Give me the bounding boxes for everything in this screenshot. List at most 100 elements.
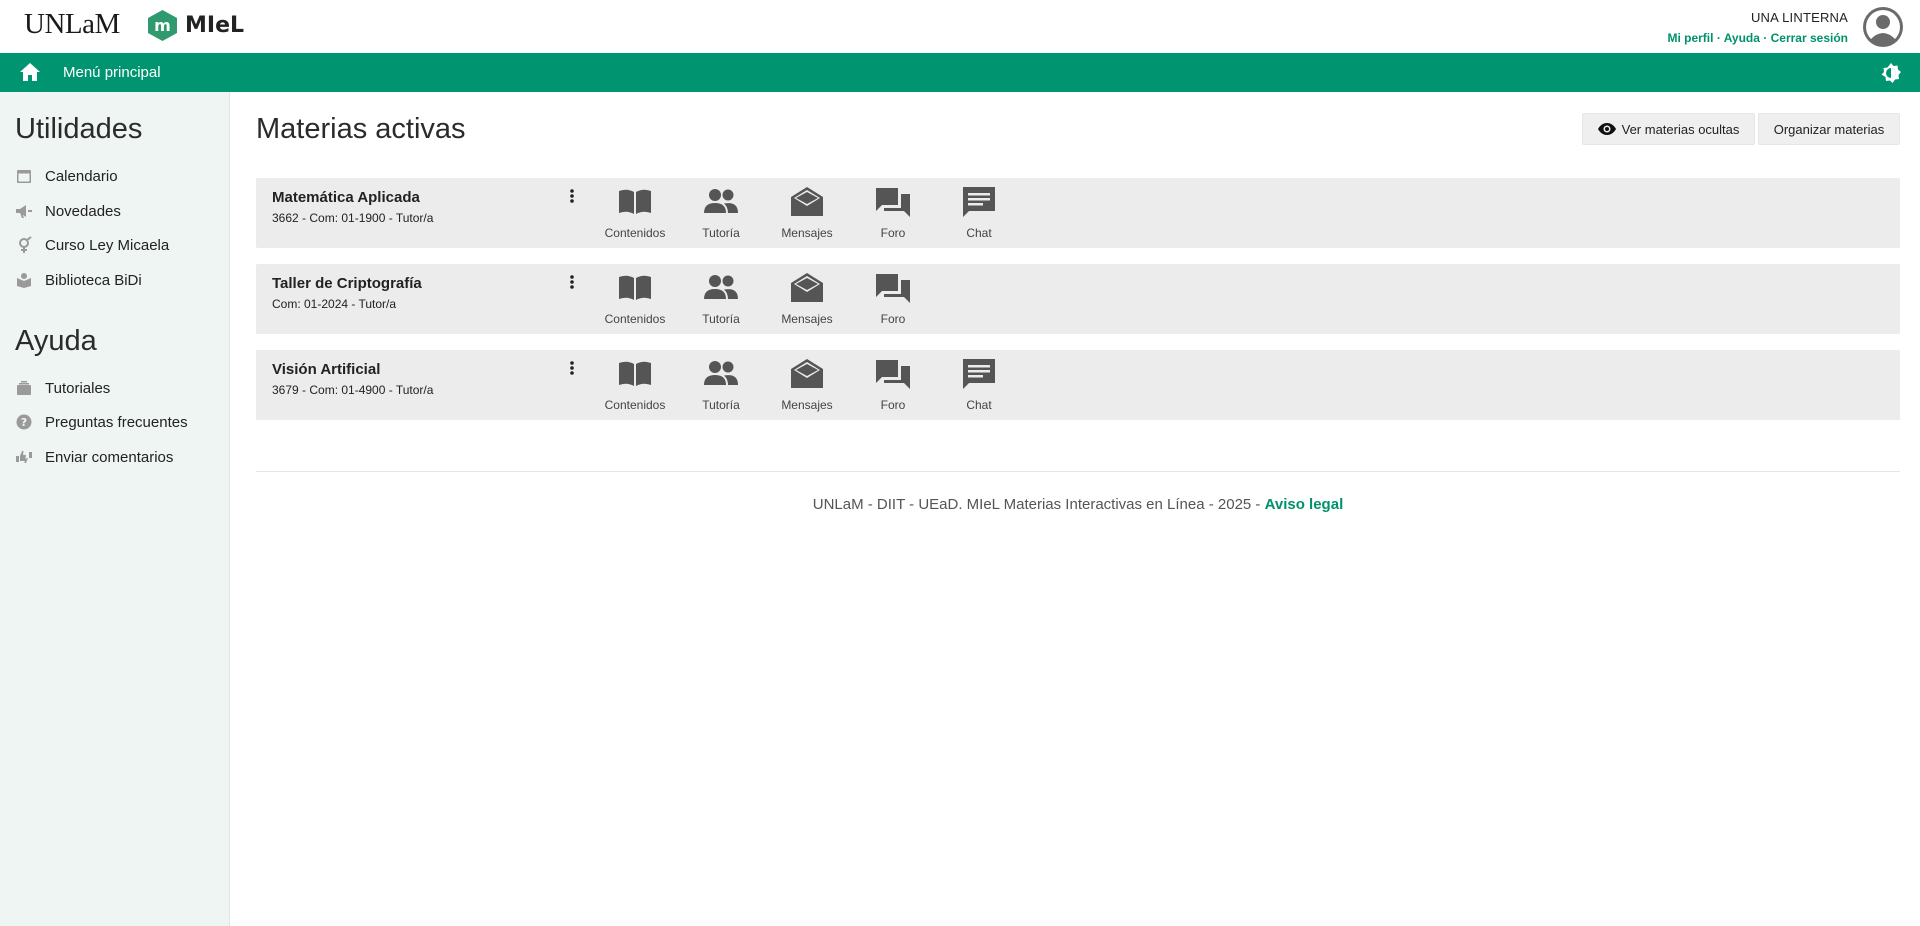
user-name: UNA LINTERNA	[1750, 10, 1848, 25]
course-card: Visión Artificial 3679 - Com: 01-4900 - T…	[256, 350, 1900, 420]
envelope-open-icon	[789, 358, 825, 395]
theme-toggle-icon[interactable]	[1880, 62, 1902, 84]
course-action-label: Mensajes	[781, 398, 833, 412]
app-name: MIeL	[185, 13, 245, 38]
sidebar-item-label: Biblioteca BiDi	[45, 271, 142, 289]
megaphone-icon	[15, 202, 33, 220]
course-card: Matemática Aplicada 3662 - Com: 01-1900 -…	[256, 178, 1900, 248]
course-action-contenidos[interactable]: Contenidos	[592, 186, 678, 240]
footer: UNLaM - DIIT - UEaD. MIeL Materias Inter…	[256, 496, 1900, 513]
people-icon	[703, 272, 739, 309]
main-menu-button[interactable]: Menú principal	[63, 64, 161, 81]
course-action-contenidos[interactable]: Contenidos	[592, 272, 678, 326]
sidebar-item-label: Tutoriales	[45, 379, 111, 397]
kebab-menu-icon[interactable]	[566, 360, 578, 378]
course-actions: Contenidos Tutoría Mensajes Foro Chat	[592, 358, 1022, 412]
course-action-tutoria[interactable]: Tutoría	[678, 272, 764, 326]
show-hidden-label: Ver materias ocultas	[1621, 121, 1740, 137]
link-separator: ·	[1763, 31, 1771, 45]
svg-text:?: ?	[21, 416, 27, 429]
svg-text:m: m	[154, 16, 171, 35]
course-action-chat[interactable]: Chat	[936, 186, 1022, 240]
sidebar-item-faq[interactable]: ? Preguntas frecuentes	[15, 413, 188, 431]
help-heading: Ayuda	[15, 325, 97, 357]
course-action-mensajes[interactable]: Mensajes	[764, 358, 850, 412]
page-title: Materias activas	[256, 113, 466, 145]
course-action-label: Foro	[880, 398, 906, 412]
course-action-contenidos[interactable]: Contenidos	[592, 358, 678, 412]
course-action-label: Foro	[880, 226, 906, 240]
utilities-heading: Utilidades	[15, 113, 143, 145]
forum-icon	[875, 272, 911, 309]
course-action-label: Tutoría	[702, 226, 740, 240]
course-subtitle: 3662 - Com: 01-1900 - Tutor/a	[272, 211, 434, 225]
link-separator: ·	[1716, 31, 1724, 45]
course-action-foro[interactable]: Foro	[850, 186, 936, 240]
miel-logo[interactable]: m MIeL	[148, 10, 244, 41]
logout-link[interactable]: Cerrar sesión	[1771, 31, 1848, 45]
course-title[interactable]: Taller de Criptografía	[272, 275, 422, 292]
sidebar-item-ley-micaela[interactable]: Curso Ley Micaela	[15, 236, 169, 254]
sidebar-item-library[interactable]: Biblioteca BiDi	[15, 271, 142, 289]
course-action-foro[interactable]: Foro	[850, 358, 936, 412]
course-card: Taller de Criptografía Com: 01-2024 - Tut…	[256, 264, 1900, 334]
course-action-label: Contenidos	[604, 312, 666, 326]
kebab-menu-icon[interactable]	[566, 188, 578, 206]
book-icon	[617, 186, 653, 223]
sidebar-item-tutorials[interactable]: Tutoriales	[15, 379, 110, 397]
footer-text: UNLaM - DIIT - UEaD. MIeL Materias Inter…	[812, 496, 1265, 513]
course-actions: Contenidos Tutoría Mensajes Foro Chat	[592, 186, 1022, 240]
eye-icon	[1597, 123, 1616, 135]
envelope-open-icon	[789, 272, 825, 309]
chat-icon	[961, 358, 997, 395]
gender-icon	[15, 236, 33, 254]
forum-icon	[875, 358, 911, 395]
sidebar-item-label: Enviar comentarios	[45, 448, 174, 466]
course-action-tutoria[interactable]: Tutoría	[678, 358, 764, 412]
sidebar-item-label: Curso Ley Micaela	[45, 236, 170, 254]
course-action-label: Tutoría	[702, 398, 740, 412]
course-action-mensajes[interactable]: Mensajes	[764, 272, 850, 326]
course-subtitle: Com: 01-2024 - Tutor/a	[272, 297, 397, 311]
organize-label: Organizar materias	[1773, 121, 1885, 137]
book-icon	[617, 272, 653, 309]
help-link[interactable]: Ayuda	[1724, 31, 1760, 45]
people-icon	[703, 186, 739, 223]
user-block: UNA LINTERNA Mi perfil · Ayuda · Cerrar …	[1667, 10, 1848, 45]
profile-link[interactable]: Mi perfil	[1667, 31, 1713, 45]
course-action-label: Foro	[880, 312, 906, 326]
show-hidden-courses-button[interactable]: Ver materias ocultas	[1582, 113, 1755, 145]
course-title[interactable]: Visión Artificial	[272, 361, 380, 378]
unlam-logo[interactable]: UNLaM	[24, 8, 120, 41]
sidebar-item-label: Novedades	[45, 202, 121, 220]
course-title[interactable]: Matemática Aplicada	[272, 189, 420, 206]
sidebar: Utilidades Calendario Novedades Curso Le…	[0, 92, 230, 926]
course-action-tutoria[interactable]: Tutoría	[678, 186, 764, 240]
chat-icon	[961, 186, 997, 223]
course-action-label: Chat	[966, 226, 992, 240]
top-header: UNLaM m MIeL UNA LINTERNA Mi perfil · Ay…	[0, 0, 1920, 53]
course-actions: Contenidos Tutoría Mensajes Foro	[592, 272, 936, 326]
avatar[interactable]	[1862, 6, 1904, 48]
home-icon[interactable]	[19, 62, 41, 82]
footer-divider	[256, 471, 1900, 472]
question-icon: ?	[15, 413, 33, 431]
course-action-label: Contenidos	[604, 398, 666, 412]
course-action-label: Chat	[966, 398, 992, 412]
tutorials-icon	[15, 379, 33, 397]
course-action-chat[interactable]: Chat	[936, 358, 1022, 412]
main-navbar: Menú principal	[0, 53, 1920, 92]
people-icon	[703, 358, 739, 395]
course-action-foro[interactable]: Foro	[850, 272, 936, 326]
sidebar-item-calendar[interactable]: Calendario	[15, 167, 118, 185]
calendar-icon	[15, 167, 33, 185]
sidebar-item-news[interactable]: Novedades	[15, 202, 121, 220]
sidebar-item-feedback[interactable]: Enviar comentarios	[15, 448, 173, 466]
legal-notice-link[interactable]: Aviso legal	[1265, 496, 1344, 513]
organize-courses-button[interactable]: Organizar materias	[1758, 113, 1900, 145]
user-links: Mi perfil · Ayuda · Cerrar sesión	[1667, 31, 1848, 45]
course-action-mensajes[interactable]: Mensajes	[764, 186, 850, 240]
kebab-menu-icon[interactable]	[566, 274, 578, 292]
course-action-label: Mensajes	[781, 312, 833, 326]
forum-icon	[875, 186, 911, 223]
